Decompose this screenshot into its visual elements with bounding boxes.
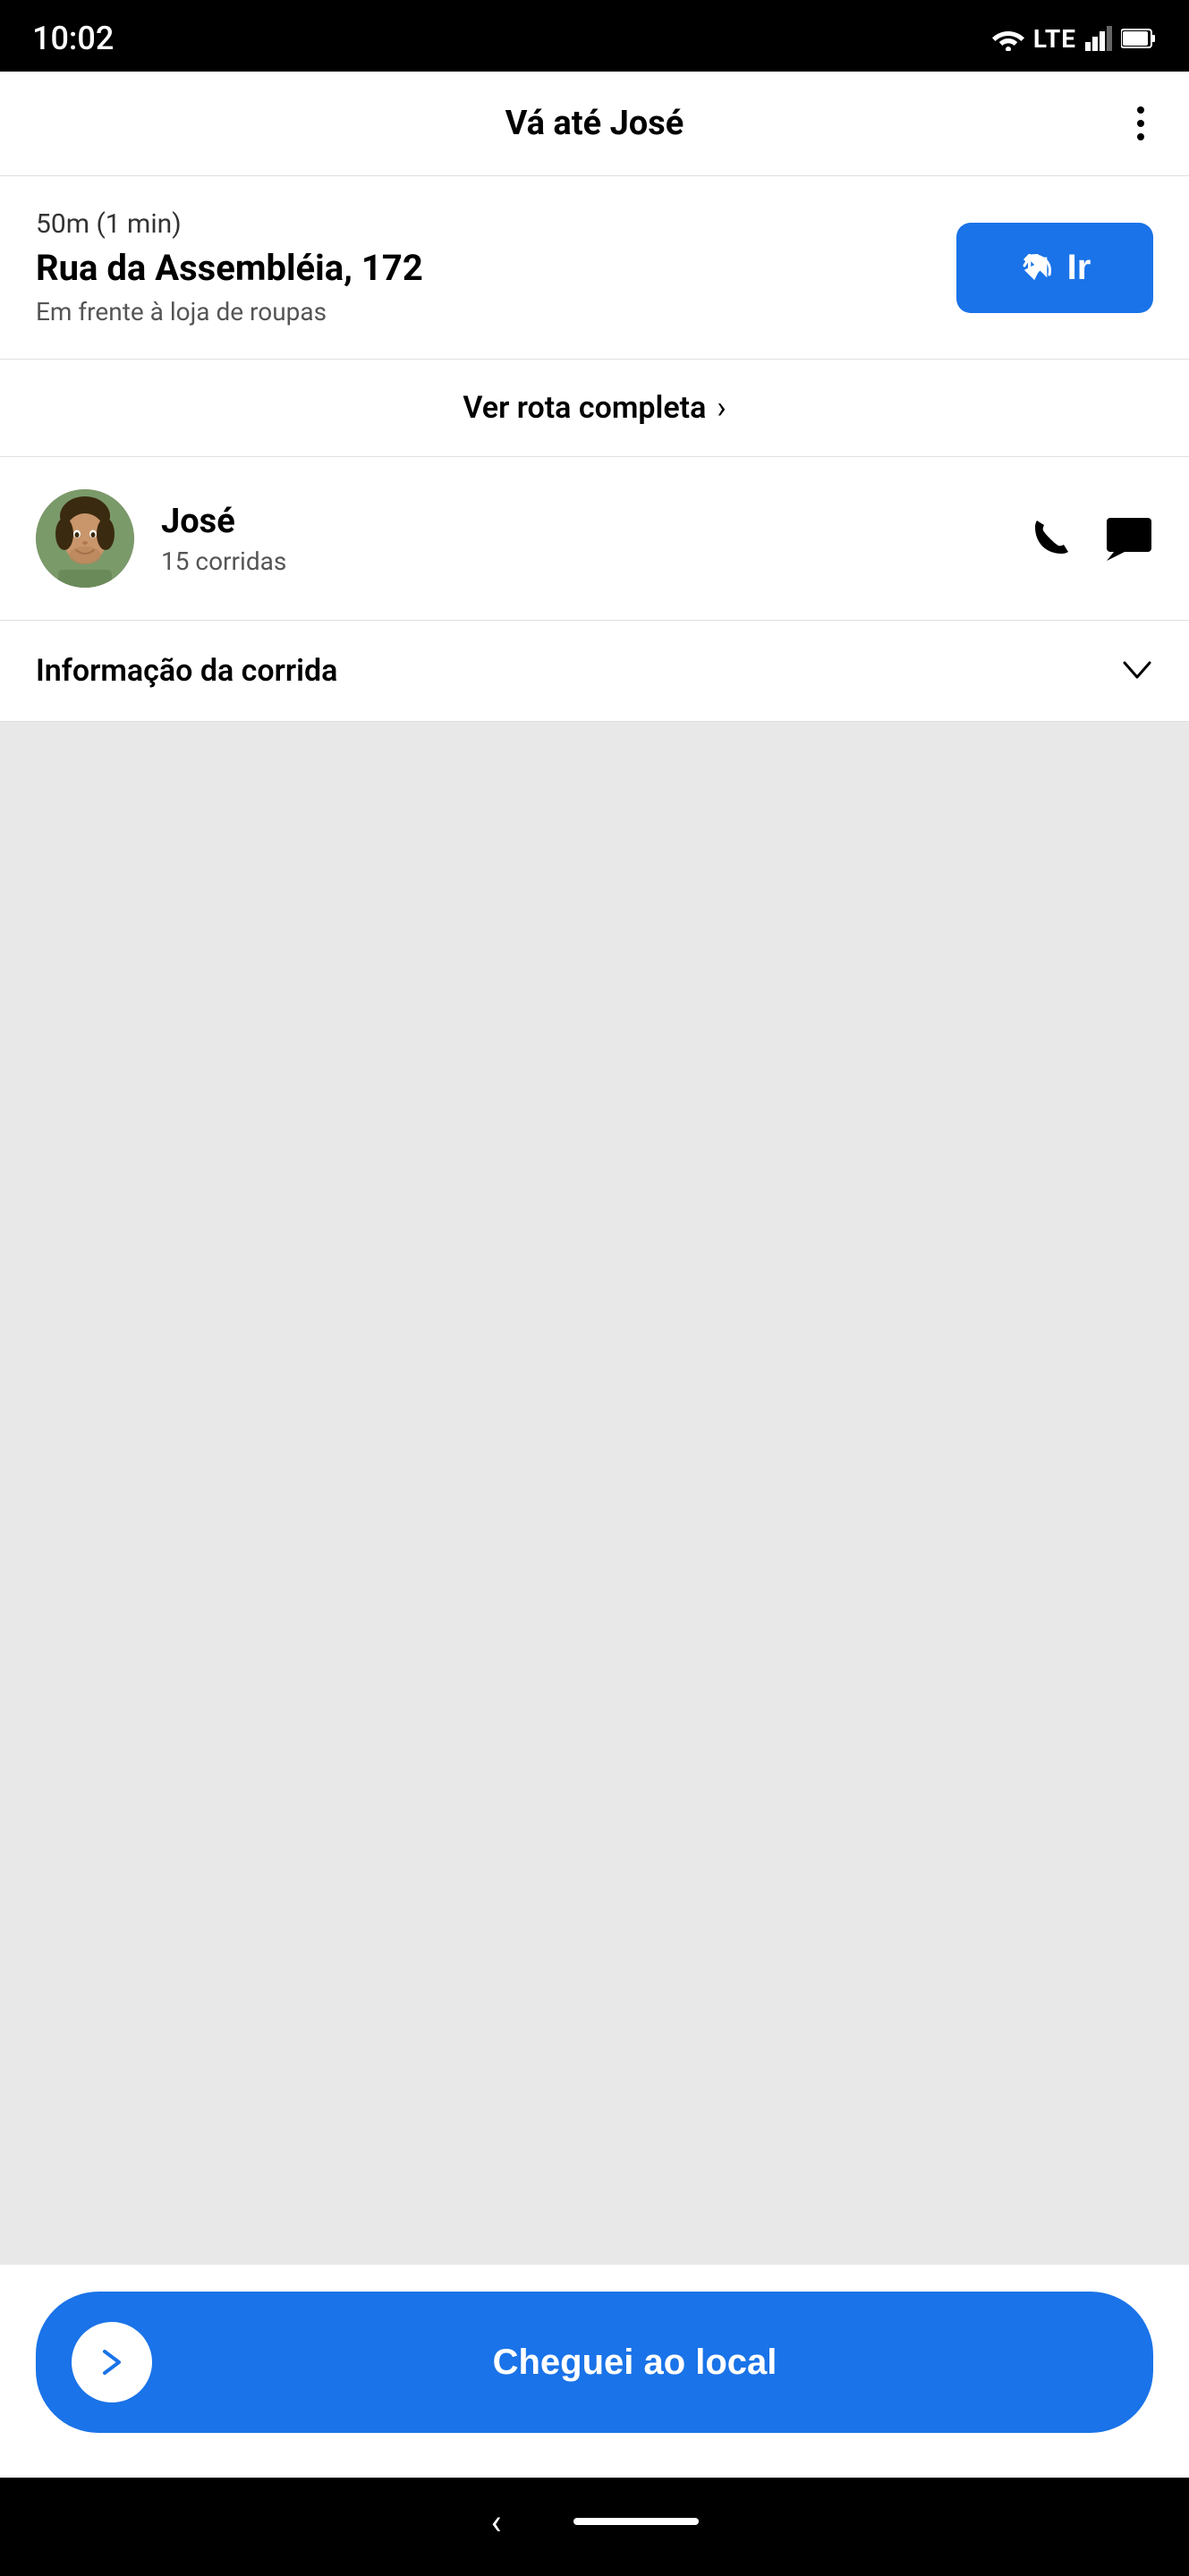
arrived-button[interactable]: Cheguei ao local xyxy=(36,2292,1153,2433)
arrived-button-label: Cheguei ao local xyxy=(152,2343,1117,2383)
passenger-info: José 15 corridas xyxy=(161,502,1001,576)
svg-text:⇅: ⇅ xyxy=(1023,250,1043,278)
map-view[interactable] xyxy=(0,722,1189,2265)
wifi-icon xyxy=(992,26,1024,51)
status-icons: LTE xyxy=(992,24,1157,54)
bottom-nav: ‹ xyxy=(0,2478,1189,2576)
lte-icon: LTE xyxy=(1033,24,1076,54)
chevron-right-icon xyxy=(94,2344,130,2380)
bottom-section: Cheguei ao local xyxy=(0,2265,1189,2478)
signal-icon xyxy=(1085,26,1112,51)
passenger-rides: 15 corridas xyxy=(161,547,1001,576)
chevron-right-icon: › xyxy=(717,390,726,426)
navigation-icon: ⇅ xyxy=(1019,250,1055,285)
passenger-name: José xyxy=(161,502,1001,541)
back-button[interactable]: ‹ xyxy=(490,2501,501,2543)
route-section: 50m (1 min) Rua da Assembléia, 172 Em fr… xyxy=(0,176,1189,360)
app-screen: Vá até José 50m (1 min) Rua da Assembléi… xyxy=(0,72,1189,2478)
route-distance: 50m (1 min) xyxy=(36,208,938,240)
phone-icon xyxy=(1028,516,1073,561)
trip-info-label: Informação da corrida xyxy=(36,653,337,689)
home-indicator[interactable] xyxy=(573,2518,699,2525)
view-full-route-label: Ver rota completa xyxy=(463,390,706,426)
arrived-button-circle xyxy=(72,2322,152,2402)
status-bar: 10:02 LTE xyxy=(0,0,1189,72)
passenger-section: José 15 corridas xyxy=(0,457,1189,621)
call-passenger-button[interactable] xyxy=(1028,516,1073,561)
chevron-down-icon xyxy=(1121,653,1153,689)
route-address: Rua da Assembléia, 172 xyxy=(36,247,938,290)
header: Vá até José xyxy=(0,72,1189,176)
trip-info-toggle[interactable]: Informação da corrida xyxy=(0,621,1189,722)
message-icon xyxy=(1105,516,1153,561)
view-full-route-button[interactable]: Ver rota completa › xyxy=(0,360,1189,457)
dot-2 xyxy=(1137,120,1144,127)
status-time: 10:02 xyxy=(32,20,114,57)
message-passenger-button[interactable] xyxy=(1105,516,1153,561)
dot-3 xyxy=(1137,133,1144,140)
go-button-label: Ir xyxy=(1067,248,1091,288)
page-title: Vá até José xyxy=(505,104,684,143)
go-button[interactable]: ⇅ Ir xyxy=(956,223,1153,313)
battery-icon xyxy=(1121,28,1157,49)
passenger-actions xyxy=(1028,516,1153,561)
route-landmark: Em frente à loja de roupas xyxy=(36,297,938,326)
passenger-avatar xyxy=(36,489,134,588)
dot-1 xyxy=(1137,106,1144,114)
more-options-button[interactable] xyxy=(1128,97,1153,149)
route-info: 50m (1 min) Rua da Assembléia, 172 Em fr… xyxy=(36,208,938,326)
